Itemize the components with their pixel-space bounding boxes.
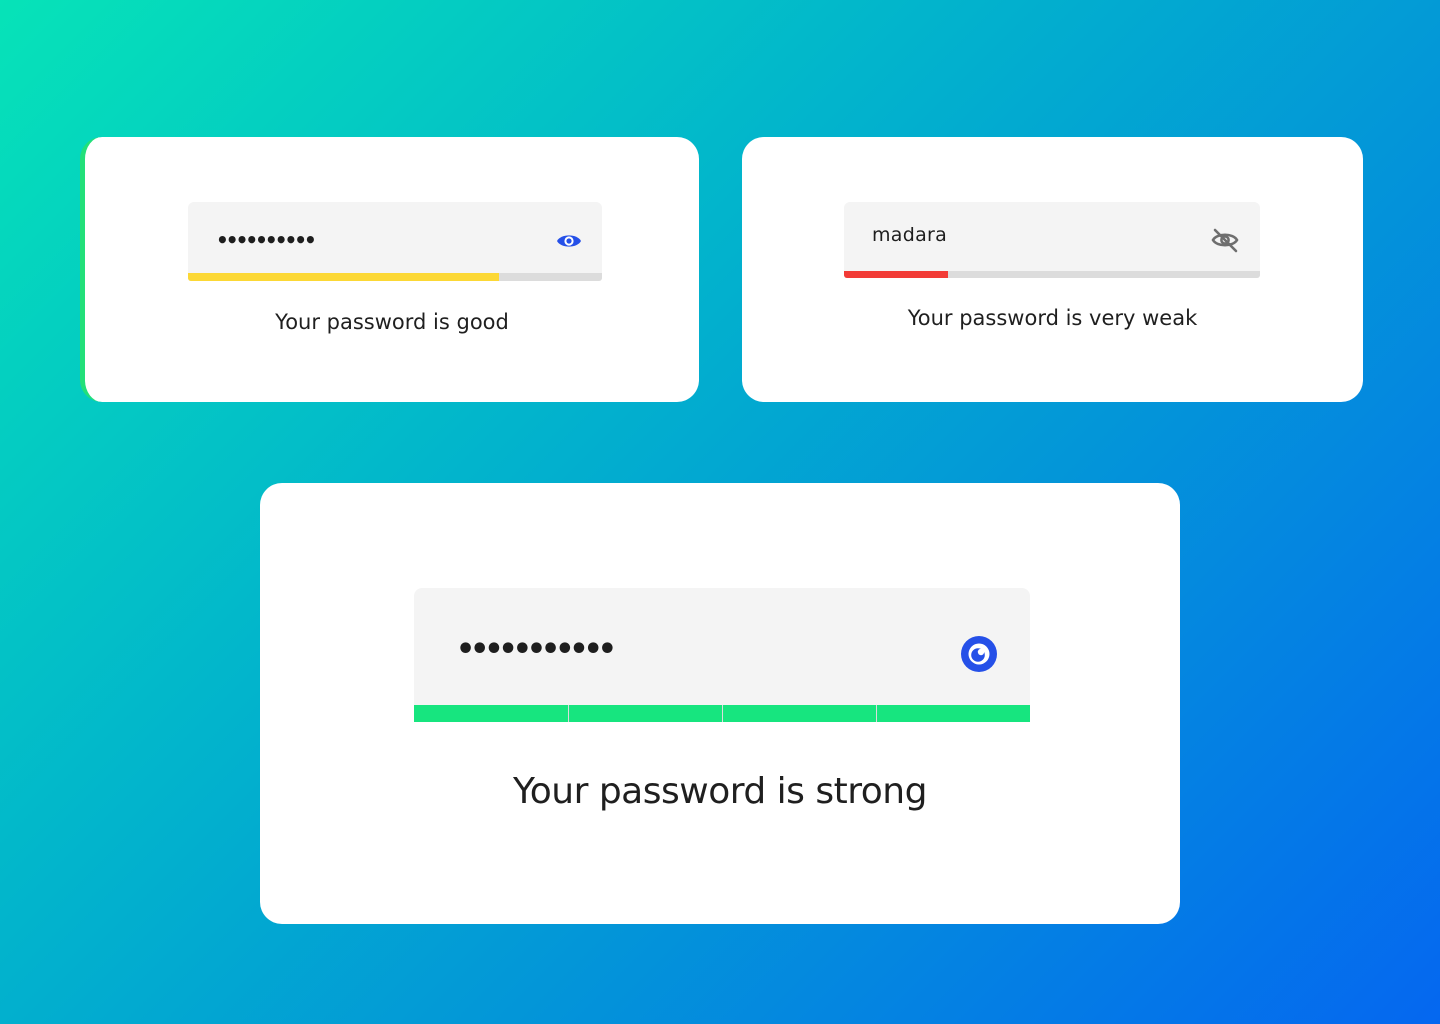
strength-meter-fill-very-weak [844, 271, 948, 278]
strength-segment [414, 705, 568, 722]
password-card-good: •••••••••• Your password is good [80, 137, 699, 402]
password-input-good[interactable]: •••••••••• [188, 202, 602, 281]
eye-icon[interactable] [960, 635, 998, 673]
strength-meter-fill-good [188, 273, 499, 281]
strength-segment [569, 705, 722, 722]
strength-segment [723, 705, 876, 722]
strength-message-very-weak: Your password is very weak [907, 306, 1198, 330]
eye-off-icon[interactable] [1210, 226, 1240, 254]
password-card-strong: ••••••••••• Your password is strong [260, 483, 1180, 924]
strength-meter-strong [414, 705, 1030, 722]
strength-message-good: Your password is good [275, 310, 509, 334]
password-input-strong[interactable]: ••••••••••• [414, 588, 1030, 722]
password-value-masked: ••••••••••• [456, 632, 617, 667]
strength-segment [877, 705, 1030, 722]
strength-meter-very-weak [844, 271, 1260, 278]
password-card-very-weak: madara Your password is very weak [742, 137, 1363, 402]
strength-meter-good [188, 273, 602, 281]
password-value-masked: •••••••••• [216, 228, 317, 252]
password-input-very-weak[interactable]: madara [844, 202, 1260, 278]
strength-message-strong: Your password is strong [513, 771, 927, 812]
password-value-visible: madara [872, 224, 948, 246]
eye-icon[interactable] [555, 229, 583, 253]
